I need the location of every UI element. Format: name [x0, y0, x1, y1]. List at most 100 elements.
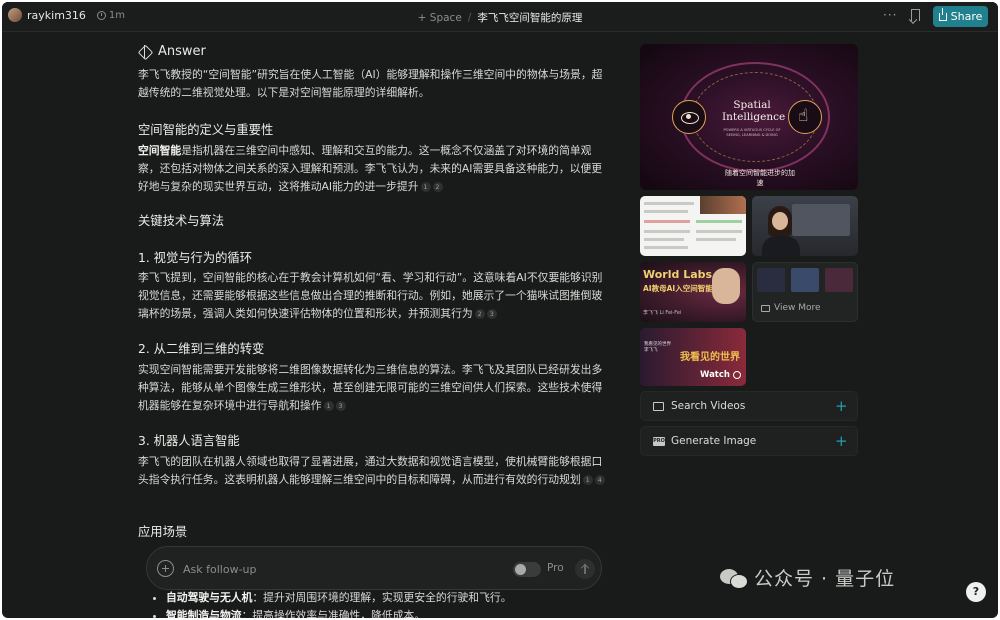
speaker-face: [712, 268, 740, 304]
follow-up-bar: Pro: [146, 546, 602, 590]
subsection-paragraph-2: 实现空间智能需要开发能够将二维图像数据转化为三维信息的算法。李飞飞及其团队已经研…: [138, 361, 608, 415]
citation[interactable]: 1: [323, 401, 334, 411]
breadcrumb: + Space / 李飞飞空间智能的原理: [2, 10, 998, 25]
text-line: [644, 202, 694, 205]
watermark-text: 公众号 · 量子位: [754, 568, 896, 590]
list-item-text: ：提高操作效率与准确性，降低成本。: [241, 609, 426, 618]
generate-image-label: Generate Image: [671, 435, 757, 447]
thumbnail-video[interactable]: 我看见的世界 李飞飞 我看见的世界 Watch: [640, 328, 746, 386]
definition-paragraph: 空间智能是指机器在三维空间中感知、理解和交互的能力。这一概念不仅涵盖了对环境的简…: [138, 142, 608, 196]
thumbnail-speaker[interactable]: [752, 196, 858, 256]
view-more-label: View More: [761, 303, 821, 313]
view-more-text: View More: [774, 303, 821, 313]
add-space-link[interactable]: + Space: [418, 12, 462, 24]
subsection-title-1: 1. 视觉与行为的循环: [138, 251, 253, 265]
thumbnail-title: 我看见的世界: [680, 352, 740, 363]
follow-up-input[interactable]: [183, 560, 483, 578]
watch-label: Watch: [700, 370, 730, 380]
speaker-body: [762, 236, 800, 256]
bookmark-icon[interactable]: [911, 9, 920, 21]
subsection-text: 李飞飞提到，空间智能的核心在于教会计算机如何“看、学习和行动”。这意味着AI不仅…: [138, 271, 603, 320]
add-icon[interactable]: +: [835, 398, 848, 414]
subsection-title-2: 2. 从二维到三维的转变: [138, 342, 265, 356]
more-options-button[interactable]: ···: [883, 8, 897, 22]
thumbnail-world-labs[interactable]: World Labs AI教母AI入空间智能 李飞飞 Li Fei-Fei: [640, 262, 746, 322]
text-line: [644, 246, 688, 249]
top-bar: raykim316 1m + Space / 李飞飞空间智能的原理 ··· Shar…: [2, 2, 998, 32]
text-line: [644, 238, 684, 241]
mini-thumbnail: [791, 268, 819, 292]
thumbnail-title: World Labs: [643, 268, 713, 281]
text-line: [696, 238, 736, 241]
answer-icon: [138, 44, 151, 58]
thumbnail-footer: 李飞飞 Li Fei-Fei: [643, 310, 682, 316]
thumbnail-paper[interactable]: [640, 196, 746, 256]
share-icon: [938, 7, 947, 21]
wechat-icon: [720, 567, 748, 589]
thumbnail-photo: [700, 196, 746, 214]
watch-button[interactable]: Watch: [700, 370, 741, 380]
subsection-title-3: 3. 机器人语言智能: [138, 434, 240, 448]
share-button[interactable]: Share: [933, 6, 988, 27]
background-screen: [792, 204, 850, 236]
answer-panel: Answer 李飞飞教授的“空间智能”研究旨在使人工智能（AI）能够理解和操作三…: [138, 42, 608, 618]
citation[interactable]: 4: [594, 475, 605, 485]
help-icon[interactable]: ?: [966, 582, 986, 602]
send-arrow-icon[interactable]: [575, 559, 595, 579]
bold-term: 空间智能: [138, 144, 182, 157]
intro-paragraph: 李飞飞教授的“空间智能”研究旨在使人工智能（AI）能够理解和操作三维空间中的物体…: [138, 68, 603, 99]
pro-label: Pro: [547, 562, 564, 574]
list-item: 自动驾驶与无人机：提升对周围环境的理解，实现更安全的行驶和飞行。: [150, 589, 610, 607]
answer-header: Answer: [138, 42, 608, 60]
citation[interactable]: 2: [474, 309, 485, 319]
eye-icon: [672, 100, 706, 134]
subsection-text: 实现空间智能需要开发能够将二维图像数据转化为三维信息的算法。李飞飞及其团队已经研…: [138, 363, 603, 412]
image-gen-icon: PRO: [653, 437, 665, 446]
search-videos-label: Search Videos: [671, 400, 746, 412]
text-line: [644, 230, 690, 233]
plus-circle-icon[interactable]: [157, 560, 174, 577]
application-list: 自动驾驶与无人机：提升对周围环境的理解，实现更安全的行驶和飞行。 智能制造与物流…: [150, 589, 610, 618]
section-title-applications: 应用场景: [138, 525, 188, 539]
list-item: 智能制造与物流：提高操作效率与准确性，降低成本。: [150, 607, 610, 618]
subsection-paragraph-1: 李飞飞提到，空间智能的核心在于教会计算机如何“看、学习和行动”。这意味着AI不仅…: [138, 269, 608, 323]
section-title-tech: 关键技术与算法: [138, 214, 225, 228]
add-icon[interactable]: +: [835, 433, 848, 449]
thumbnail-small-text: 我看见的世界 李飞飞: [644, 342, 671, 353]
subsection-paragraph-3: 李飞飞的团队在机器人领域也取得了显著进展，通过大数据和视觉语言模型，使机械臂能够…: [138, 453, 608, 489]
section-title-definition: 空间智能的定义与重要性: [138, 123, 274, 137]
citation[interactable]: 1: [582, 475, 593, 485]
text-line: [696, 220, 742, 223]
text-line: [644, 210, 688, 213]
thread-title: 李飞飞空间智能的原理: [477, 12, 583, 24]
search-videos-button[interactable]: Search Videos +: [640, 391, 858, 421]
text-line: [696, 230, 742, 233]
hero-subtitle: POWERS A VIRTUOUS CYCLE OF SEEING, LEARN…: [723, 128, 781, 137]
citation[interactable]: 2: [432, 182, 443, 192]
pro-toggle[interactable]: [513, 562, 541, 577]
hero-caption: 随着空间智能进步的加速: [725, 169, 795, 187]
generate-image-button[interactable]: PRO Generate Image +: [640, 426, 858, 456]
list-item-text: ：提升对周围环境的理解，实现更安全的行驶和飞行。: [252, 591, 512, 604]
mini-thumbnail: [825, 268, 853, 292]
citation[interactable]: 1: [420, 182, 431, 192]
answer-heading: Answer: [158, 43, 206, 59]
mini-thumbnail: [757, 268, 785, 292]
view-more-button[interactable]: View More: [752, 262, 858, 322]
share-label: Share: [950, 10, 983, 23]
citation[interactable]: 3: [486, 309, 497, 319]
play-icon: [732, 371, 741, 379]
watermark: 公众号 · 量子位: [720, 564, 895, 591]
hero-title: Spatial Intelligence: [722, 99, 786, 123]
speaker-face: [772, 212, 788, 230]
video-icon: [653, 402, 664, 411]
app-window: raykim316 1m + Space / 李飞飞空间智能的原理 ··· Shar…: [2, 2, 998, 618]
hero-image[interactable]: Spatial Intelligence POWERS A VIRTUOUS C…: [640, 44, 858, 190]
thumbnail-subtitle: AI教母AI入空间智能: [643, 284, 713, 293]
list-item-bold: 自动驾驶与无人机: [166, 591, 253, 604]
list-item-bold: 智能制造与物流: [166, 609, 242, 618]
citation[interactable]: 3: [335, 401, 346, 411]
hand-icon: [788, 100, 822, 134]
image-icon: [761, 304, 770, 312]
definition-text: 是指机器在三维空间中感知、理解和交互的能力。这一概念不仅涵盖了对环境的简单观察，…: [138, 144, 603, 193]
